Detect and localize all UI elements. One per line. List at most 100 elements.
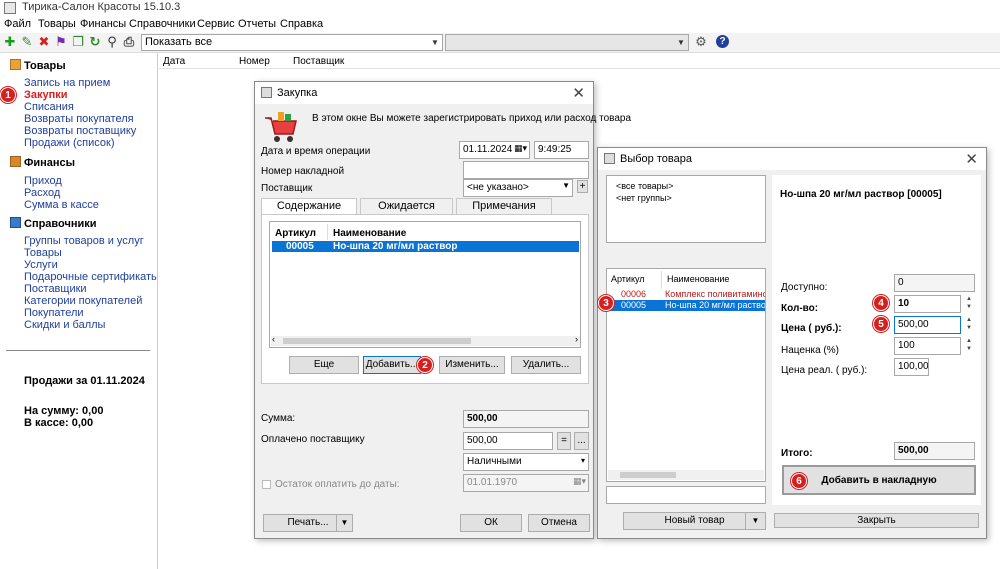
column-supplier[interactable]: Поставщик [293, 56, 344, 67]
search-icon[interactable]: ⚲ [105, 35, 119, 49]
sidebar-item-sales-list[interactable]: Продажи (список) [24, 137, 114, 149]
purchase-items-grid[interactable]: Артикул Наименование 00005 Но-шпа 20 мг/… [269, 221, 581, 348]
table-row[interactable]: 00005 Но-шпа 20 мг/мл раствор [609, 300, 765, 311]
new-item-button[interactable]: Новый товар ▼ [623, 512, 766, 530]
more-button[interactable]: Еще [289, 356, 359, 374]
rest-date-field[interactable]: 01.01.1970 ▦▾ [463, 474, 589, 492]
paid-field[interactable]: 500,00 [463, 432, 553, 450]
column-code[interactable]: Артикул [611, 274, 645, 284]
date-field[interactable]: 01.11.2024 ▦▾ [459, 141, 530, 159]
sidebar-item-expense[interactable]: Расход [24, 187, 60, 199]
edit-icon[interactable]: ✎ [20, 35, 34, 49]
delete-item-button[interactable]: Удалить... [511, 356, 581, 374]
time-field[interactable]: 9:49:25 [534, 141, 589, 159]
markup-field[interactable]: 100 [894, 337, 961, 355]
add-icon[interactable]: ✚ [3, 35, 17, 49]
retail-price-field[interactable]: 100,00 [894, 358, 929, 376]
gear-icon[interactable]: ⚙ [694, 35, 708, 49]
sidebar-item-supplier-returns[interactable]: Возвраты поставщику [24, 125, 136, 137]
calendar-icon[interactable]: ▦▾ [514, 143, 527, 154]
sidebar-item-appointments[interactable]: Запись на прием [24, 77, 110, 89]
add-supplier-button[interactable]: + [577, 180, 588, 193]
price-field[interactable]: 500,00 [894, 316, 961, 334]
horizontal-scrollbar[interactable] [608, 470, 764, 480]
column-name[interactable]: Наименование [333, 228, 406, 239]
add-to-invoice-button[interactable]: Добавить в накладную [782, 465, 976, 495]
ok-button[interactable]: ОК [460, 514, 522, 532]
qty-field[interactable]: 10 [894, 295, 961, 313]
search-input[interactable] [606, 486, 766, 504]
sidebar-item-customer-returns[interactable]: Возвраты покупателя [24, 113, 134, 125]
menu-help[interactable]: Справка [280, 18, 323, 30]
sidebar-section-finance[interactable]: Финансы [10, 156, 75, 169]
tree-item-no-group[interactable]: <нет группы> [616, 193, 672, 203]
secondary-select[interactable]: ▼ [445, 34, 689, 51]
products-grid[interactable]: Артикул Наименование 00006 Комплекс поли… [606, 268, 766, 482]
copy-icon[interactable]: ❐ [71, 35, 85, 49]
column-code[interactable]: Артикул [275, 228, 316, 239]
sidebar-item-groups[interactable]: Группы товаров и услуг [24, 235, 144, 247]
tab-expected[interactable]: Ожидается [360, 198, 453, 214]
menu-reports[interactable]: Отчеты [238, 18, 276, 30]
close-icon[interactable]: ✕ [572, 84, 585, 102]
step-badge-6: 6 [791, 473, 807, 489]
tab-notes[interactable]: Примечания [456, 198, 552, 214]
sidebar-item-purchases[interactable]: Закупки [24, 89, 68, 101]
sidebar-item-customers[interactable]: Покупатели [24, 307, 84, 319]
column-name[interactable]: Наименование [667, 274, 729, 284]
sidebar-item-cash[interactable]: Сумма в кассе [24, 199, 99, 211]
refresh-icon[interactable]: ↻ [88, 35, 102, 49]
filter-select[interactable]: Показать все ▼ [141, 34, 443, 51]
sidebar-item-discounts[interactable]: Скидки и баллы [24, 319, 105, 331]
tree-item-all[interactable]: <все товары> [616, 181, 673, 191]
menu-goods[interactable]: Товары [38, 18, 76, 30]
supplier-select[interactable]: <не указано> ▼ [463, 179, 573, 197]
sum-field: 500,00 [463, 410, 589, 428]
markup-stepper[interactable]: ▲ ▼ [964, 337, 974, 355]
dots-button[interactable]: ... [574, 432, 589, 450]
menu-finance[interactable]: Финансы [80, 18, 126, 30]
menu-service[interactable]: Сервис [197, 18, 235, 30]
sidebar-section-goods[interactable]: Товары [10, 59, 66, 72]
group-tree[interactable]: <все товары> <нет группы> [606, 175, 766, 243]
cancel-button[interactable]: Отмена [528, 514, 590, 532]
app-icon [4, 2, 16, 14]
tab-contents[interactable]: Содержание [261, 198, 357, 215]
window-icon [261, 87, 272, 98]
sidebar-item-services[interactable]: Услуги [24, 259, 58, 271]
sidebar-item-income[interactable]: Приход [24, 175, 62, 187]
delete-icon[interactable]: ✖ [37, 35, 51, 49]
chevron-down-icon: ▼ [562, 181, 570, 190]
price-stepper[interactable]: ▲ ▼ [964, 316, 974, 334]
sidebar-item-goods[interactable]: Товары [24, 247, 62, 259]
column-date[interactable]: Дата [163, 56, 185, 67]
print-icon[interactable]: ⎙ [122, 35, 136, 49]
add-item-button[interactable]: Добавить... [363, 356, 421, 374]
sidebar-item-customer-categories[interactable]: Категории покупателей [24, 295, 142, 307]
help-icon[interactable]: ? [716, 35, 729, 48]
close-icon[interactable]: ✕ [965, 150, 978, 168]
menu-file[interactable]: Файл [4, 18, 31, 30]
sales-sum: На сумму: 0,00 [24, 405, 104, 417]
sidebar-item-certificates[interactable]: Подарочные сертификать [24, 271, 157, 283]
menu-references[interactable]: Справочники [129, 18, 196, 30]
qty-stepper[interactable]: ▲ ▼ [964, 295, 974, 313]
close-button[interactable]: Закрыть [774, 513, 979, 528]
equals-button[interactable]: = [557, 432, 571, 450]
edit-item-button[interactable]: Изменить... [439, 356, 505, 374]
table-row[interactable]: 00006 Комплекс поливитаминов [609, 289, 765, 300]
chevron-down-icon: ▼ [745, 513, 765, 529]
sidebar-item-writeoffs[interactable]: Списания [24, 101, 74, 113]
payment-method-select[interactable]: Наличными ▾ [463, 453, 589, 471]
invoice-field[interactable] [463, 161, 589, 179]
tabs: Содержание Ожидается Примечания [261, 198, 589, 215]
horizontal-scrollbar[interactable]: ‹ › [271, 334, 580, 346]
sidebar-item-suppliers[interactable]: Поставщики [24, 283, 87, 295]
flag-icon[interactable]: ⚑ [54, 35, 68, 49]
select-title: Выбор товара [620, 153, 692, 165]
print-button[interactable]: Печать... ▼ [263, 514, 353, 532]
rest-checkbox[interactable] [262, 480, 271, 489]
table-row[interactable]: 00005 Но-шпа 20 мг/мл раствор [272, 241, 579, 252]
column-number[interactable]: Номер [239, 56, 270, 67]
sidebar-section-references[interactable]: Справочники [10, 217, 97, 230]
